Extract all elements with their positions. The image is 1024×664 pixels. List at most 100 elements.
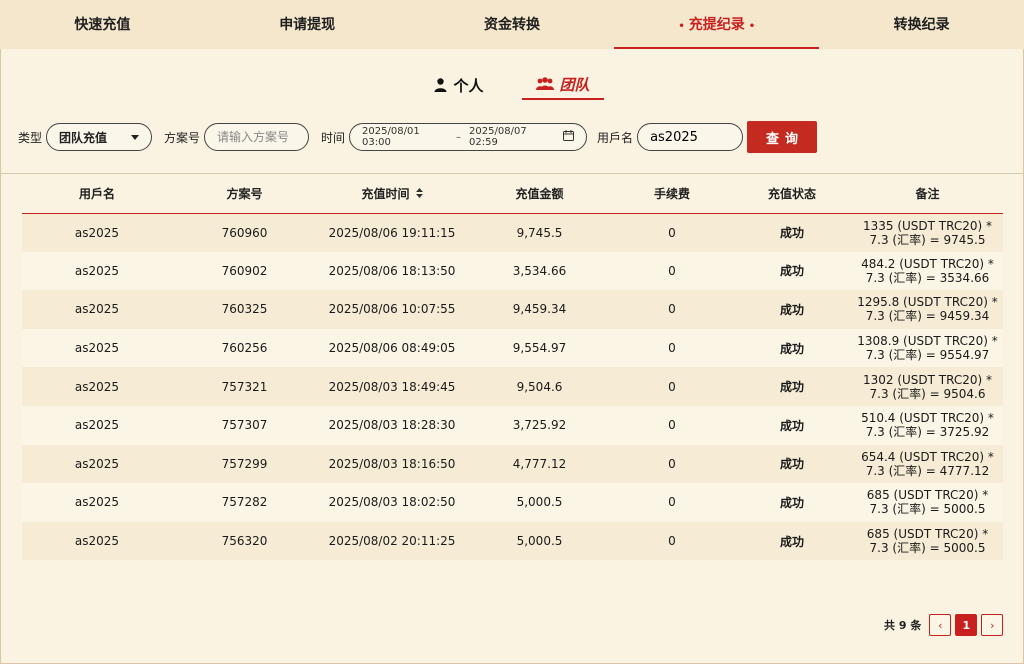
- cell-note: 1295.8 (USDT TRC20) * 7.3 (汇率) = 9459.34: [852, 290, 1003, 329]
- prev-page-button[interactable]: ‹: [929, 614, 952, 636]
- cell-amount: 9,504.6: [467, 367, 612, 406]
- col-deposit-time[interactable]: 充值时间: [317, 174, 467, 214]
- cell-amount: 9,554.97: [467, 328, 612, 368]
- cell-amount: 9,745.5: [467, 213, 612, 252]
- table-row: as2025 757299 2025/08/03 18:16:50 4,777.12 0…: [22, 444, 1003, 484]
- plan-input-wrap: [204, 123, 310, 151]
- col-fee: 手续费: [612, 174, 732, 214]
- subtab-team[interactable]: 团队: [521, 70, 604, 100]
- cell-status: 成功: [732, 483, 852, 522]
- cell-amount: 5,000.5: [467, 521, 612, 561]
- cell-plan-no: 756320: [172, 521, 317, 561]
- cell-plan-no: 757299: [172, 444, 317, 484]
- cell-deposit-time: 2025/08/03 18:49:45: [317, 367, 467, 406]
- cell-status: 成功: [732, 213, 852, 252]
- cell-note: 484.2 (USDT TRC20) * 7.3 (汇率) = 3534.66: [852, 251, 1003, 291]
- cell-deposit-time: 2025/08/06 19:11:15: [317, 213, 467, 252]
- cell-fee: 0: [612, 483, 732, 522]
- cell-note: 1302 (USDT TRC20) * 7.3 (汇率) = 9504.6: [852, 367, 1003, 406]
- col-plan-no: 方案号: [172, 174, 317, 214]
- cell-fee: 0: [612, 328, 732, 368]
- table-row: as2025 760256 2025/08/06 08:49:05 9,554.97 0…: [22, 328, 1003, 368]
- cell-amount: 3,725.92: [467, 405, 612, 445]
- cell-fee: 0: [612, 521, 732, 561]
- col-status: 充值状态: [732, 174, 852, 214]
- plan-label: 方案号: [164, 130, 201, 145]
- cell-fee: 0: [612, 213, 732, 252]
- table-row: as2025 760325 2025/08/06 10:07:55 9,459.34 0…: [22, 290, 1003, 329]
- username-input[interactable]: [650, 129, 731, 145]
- cell-deposit-time: 2025/08/02 20:11:25: [317, 521, 467, 561]
- cell-username: as2025: [22, 367, 172, 406]
- page-1-button[interactable]: 1: [955, 614, 978, 636]
- col-amount: 充值金额: [467, 174, 612, 214]
- tab-quick-deposit[interactable]: 快速充值: [0, 0, 205, 49]
- table-row: as2025 757307 2025/08/03 18:28:30 3,725.92 0…: [22, 405, 1003, 445]
- cell-status: 成功: [732, 328, 852, 368]
- cell-note: 510.4 (USDT TRC20) * 7.3 (汇率) = 3725.92: [852, 405, 1003, 445]
- plan-input[interactable]: [217, 130, 297, 144]
- cell-note: 685 (USDT TRC20) * 7.3 (汇率) = 5000.5: [852, 483, 1003, 522]
- next-page-button[interactable]: ›: [981, 614, 1004, 636]
- type-select[interactable]: 团队充值: [46, 123, 153, 151]
- cell-fee: 0: [612, 251, 732, 291]
- cell-amount: 4,777.12: [467, 444, 612, 484]
- table-row: as2025 757282 2025/08/03 18:02:50 5,000.5 0 成…: [22, 483, 1003, 522]
- cell-note: 654.4 (USDT TRC20) * 7.3 (汇率) = 4777.12: [852, 444, 1003, 484]
- cell-deposit-time: 2025/08/03 18:28:30: [317, 405, 467, 445]
- cell-username: as2025: [22, 290, 172, 329]
- cell-plan-no: 760256: [172, 328, 317, 368]
- cell-fee: 0: [612, 367, 732, 406]
- date-start: 2025/08/01 03:00: [362, 126, 420, 148]
- cell-username: as2025: [22, 483, 172, 522]
- table-body: as2025 760960 2025/08/06 19:11:15 9,745.5 0 成…: [22, 213, 1003, 561]
- cell-username: as2025: [22, 521, 172, 561]
- subtab-personal[interactable]: 个人: [420, 70, 497, 100]
- tab-transfer-record[interactable]: 转换纪录: [819, 0, 1024, 49]
- cell-plan-no: 757282: [172, 483, 317, 522]
- cell-note: 1308.9 (USDT TRC20) * 7.3 (汇率) = 9554.97: [852, 328, 1003, 368]
- cell-username: as2025: [22, 405, 172, 445]
- cell-deposit-time: 2025/08/03 18:02:50: [317, 483, 467, 522]
- username-input-wrap: [637, 123, 744, 151]
- tab-fund-transfer[interactable]: 资金转换: [410, 0, 615, 49]
- cell-username: as2025: [22, 444, 172, 484]
- table-row: as2025 760902 2025/08/06 18:13:50 3,534.66 0…: [22, 251, 1003, 291]
- cell-plan-no: 760960: [172, 213, 317, 252]
- cell-deposit-time: 2025/08/06 10:07:55: [317, 290, 467, 329]
- date-range-picker[interactable]: 2025/08/01 03:00 – 2025/08/07 02:59: [349, 123, 588, 151]
- cell-fee: 0: [612, 444, 732, 484]
- cell-status: 成功: [732, 521, 852, 561]
- cell-amount: 3,534.66: [467, 251, 612, 291]
- caret-down-icon: [131, 134, 140, 140]
- cell-status: 成功: [732, 367, 852, 406]
- cell-note: 1335 (USDT TRC20) * 7.3 (汇率) = 9745.5: [852, 213, 1003, 252]
- pagination: 共 9 条 ‹ 1 ›: [884, 614, 1004, 636]
- cell-plan-no: 760902: [172, 251, 317, 291]
- username-label: 用戶名: [597, 130, 634, 145]
- cell-status: 成功: [732, 251, 852, 291]
- cell-plan-no: 760325: [172, 290, 317, 329]
- user-icon: [434, 78, 447, 92]
- cell-deposit-time: 2025/08/06 08:49:05: [317, 328, 467, 368]
- tab-withdraw[interactable]: 申请提现: [205, 0, 410, 49]
- sort-icon[interactable]: [415, 187, 423, 201]
- cell-plan-no: 757307: [172, 405, 317, 445]
- calendar-icon: [563, 130, 575, 144]
- cell-username: as2025: [22, 251, 172, 291]
- cell-amount: 5,000.5: [467, 483, 612, 522]
- cell-plan-no: 757321: [172, 367, 317, 406]
- table-row: as2025 760960 2025/08/06 19:11:15 9,745.5 0 成…: [22, 213, 1003, 252]
- cell-deposit-time: 2025/08/03 18:16:50: [317, 444, 467, 484]
- records-table: 用戶名 方案号 充值时间 充值金额 手续费 充值状态 备注 as2025 7609…: [22, 174, 1003, 561]
- table-row: as2025 756320 2025/08/02 20:11:25 5,000.5 0 成…: [22, 521, 1003, 561]
- date-end: 2025/08/07 02:59: [469, 126, 527, 148]
- subtab-team-label: 团队: [559, 75, 590, 94]
- table-header-row: 用戶名 方案号 充值时间 充值金额 手续费 充值状态 备注: [22, 174, 1003, 214]
- query-button[interactable]: 查询: [747, 121, 818, 153]
- cell-note: 685 (USDT TRC20) * 7.3 (汇率) = 5000.5: [852, 521, 1003, 561]
- cell-fee: 0: [612, 405, 732, 445]
- tab-deposit-withdraw-record[interactable]: • 充提纪录 •: [614, 0, 819, 49]
- cell-status: 成功: [732, 290, 852, 329]
- filter-bar: 类型 团队充值 方案号 时间 2025/08/01 03:00 – 2025/0…: [18, 121, 818, 153]
